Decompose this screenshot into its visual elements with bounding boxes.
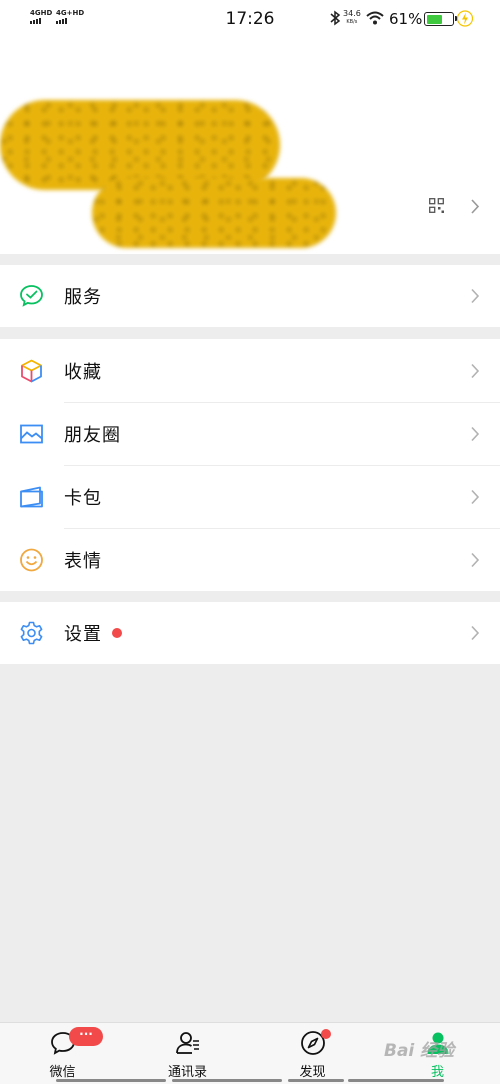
battery-fill (426, 14, 442, 24)
contacts-icon (175, 1032, 199, 1054)
chevron-right-icon (471, 363, 480, 378)
tab-label: 通讯录 (167, 1065, 207, 1080)
menu-group-personal: 收藏 朋友圈 卡包 表情 (0, 339, 500, 591)
chevron-right-icon (471, 489, 480, 504)
menu-item-label: 服务 (64, 287, 102, 308)
menu-item-settings[interactable]: 设置 (0, 602, 500, 664)
network-speed-unit: KB/s (346, 19, 358, 25)
tab-label: 我 (430, 1065, 444, 1080)
profile-header[interactable] (0, 38, 500, 254)
chevron-right-icon (471, 552, 480, 567)
tab-contacts[interactable]: 通讯录 (125, 1023, 250, 1084)
notification-dot (321, 1029, 331, 1039)
baidu-watermark: Bai 经验 (384, 1041, 455, 1061)
home-indicator (348, 1079, 444, 1082)
bluetooth-icon (330, 10, 341, 26)
redacted-profile-area (92, 178, 336, 248)
home-indicator (56, 1079, 166, 1082)
menu-item-favorites[interactable]: 收藏 (0, 339, 500, 402)
services-icon (20, 285, 43, 307)
menu-item-moments[interactable]: 朋友圈 (0, 402, 500, 465)
tab-label: 发现 (299, 1065, 326, 1080)
menu-item-label: 卡包 (64, 487, 102, 509)
unread-badge: ··· (69, 1027, 103, 1046)
menu-item-label: 设置 (64, 624, 102, 645)
status-bar: 4GHD 4G+HD 17:26 34.6 KB/s 61% (0, 0, 500, 38)
home-indicator (172, 1079, 282, 1082)
chevron-right-icon (471, 426, 480, 441)
menu-item-cards[interactable]: 卡包 (0, 465, 500, 528)
menu-group-services: 服务 (0, 265, 500, 327)
notification-dot (112, 628, 122, 638)
menu-item-label: 朋友圈 (64, 424, 121, 446)
tab-discover[interactable]: 发现 (250, 1023, 375, 1084)
moments-picture-icon (20, 424, 43, 443)
redacted-profile-area (0, 100, 280, 190)
menu-group-settings: 设置 (0, 602, 500, 664)
chevron-right-icon (471, 199, 480, 214)
menu-item-stickers[interactable]: 表情 (0, 528, 500, 591)
qr-code-icon[interactable] (429, 198, 444, 213)
battery-icon (424, 12, 457, 26)
menu-item-services[interactable]: 服务 (0, 265, 500, 327)
network-speed-value: 34.6 (343, 9, 361, 18)
smiley-icon (20, 548, 43, 571)
tab-label: 微信 (49, 1065, 76, 1080)
tab-chats[interactable]: ··· 微信 (0, 1023, 125, 1084)
network-speed: 34.6 KB/s (343, 10, 361, 26)
charging-icon (457, 10, 473, 27)
favorites-cube-icon (21, 359, 42, 382)
menu-item-label: 表情 (64, 550, 102, 572)
chevron-right-icon (471, 288, 480, 304)
chevron-right-icon (471, 625, 480, 641)
menu-item-label: 收藏 (64, 361, 102, 383)
home-indicator (288, 1079, 344, 1082)
card-wallet-icon (20, 486, 43, 507)
gear-icon (20, 621, 43, 645)
wifi-icon (366, 11, 384, 25)
battery-percent: 61% (389, 10, 423, 28)
